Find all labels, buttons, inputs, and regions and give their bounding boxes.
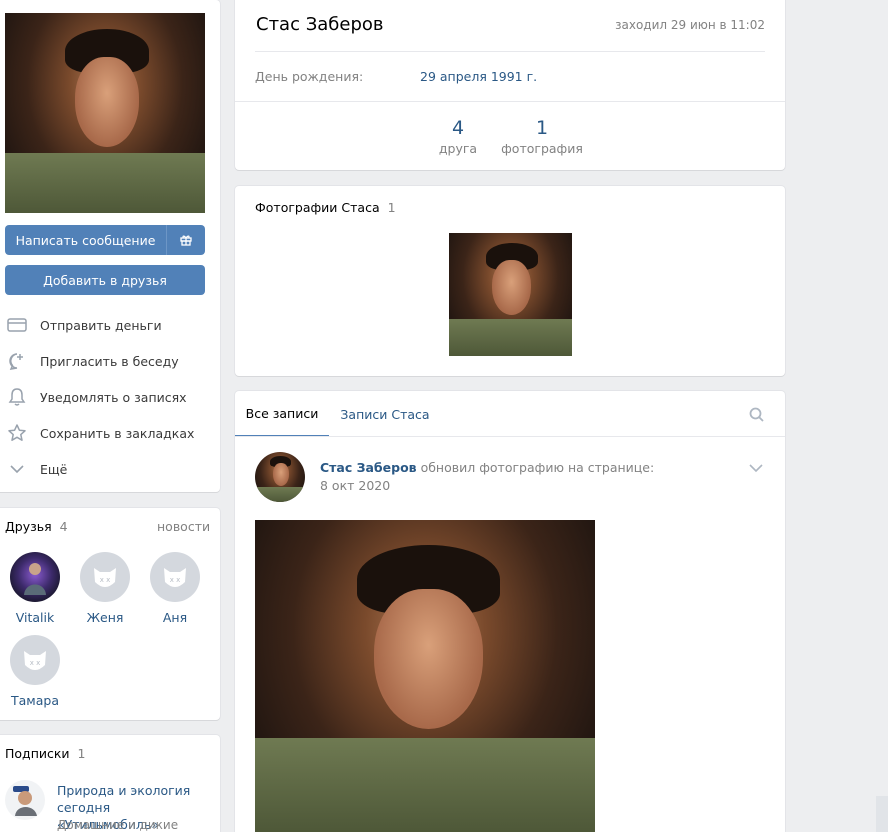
profile-name: Стас Заберов — [256, 14, 384, 35]
photos-header[interactable]: Фотографии Стаса 1 — [255, 200, 396, 215]
tab-all-posts[interactable]: Все записи — [235, 391, 329, 437]
scroll-to-top-strip[interactable] — [876, 796, 888, 832]
photos-count: 1 — [387, 200, 396, 215]
bell-icon — [5, 387, 29, 407]
friend-avatar: x x — [150, 552, 200, 602]
friend-avatar: x x — [10, 635, 60, 685]
star-icon — [5, 423, 29, 443]
post-photo[interactable] — [255, 520, 595, 832]
dog-placeholder-icon: x x — [24, 651, 46, 670]
info-divider — [255, 51, 765, 52]
friend-name: Vitalik — [15, 610, 55, 625]
add-friend-button[interactable]: Добавить в друзья — [5, 265, 205, 295]
chevron-down-icon — [5, 459, 29, 479]
post-author[interactable]: Стас Заберов — [320, 460, 417, 475]
tab-owner-posts[interactable]: Записи Стаса — [335, 391, 435, 437]
counter-label: друга — [438, 141, 478, 156]
gift-icon — [180, 235, 192, 246]
friend-name: Тамара — [11, 693, 59, 708]
counters-divider — [235, 101, 785, 102]
photos-title: Фотографии Стаса — [255, 200, 380, 215]
friends-title: Друзья — [5, 519, 52, 534]
search-icon — [749, 407, 764, 422]
friend-item[interactable]: x x Аня — [145, 552, 205, 625]
friend-item[interactable]: x x Женя — [75, 552, 135, 625]
menu-label: Уведомлять о записях — [40, 389, 187, 405]
menu-notify-posts[interactable]: Уведомлять о записях — [5, 379, 215, 415]
birthday-value[interactable]: 29 апреля 1991 г. — [420, 69, 537, 84]
counter-value: 4 — [451, 117, 465, 139]
subscriptions-title: Подписки — [5, 746, 70, 761]
menu-label: Пригласить в беседу — [40, 353, 179, 369]
photo-thumbnail[interactable] — [449, 233, 572, 356]
menu-more[interactable]: Ещё — [5, 451, 215, 487]
menu-label: Отправить деньги — [40, 317, 162, 333]
tab-label: Все записи — [245, 405, 319, 421]
friend-avatar — [10, 552, 60, 602]
chevron-down-icon — [749, 464, 763, 473]
menu-invite-chat[interactable]: Пригласить в беседу — [5, 343, 215, 379]
counter-photos[interactable]: 1 фотография — [500, 117, 584, 156]
tab-label: Записи Стаса — [340, 406, 430, 422]
write-message-label: Написать сообщение — [15, 232, 156, 248]
menu-label: Ещё — [40, 461, 68, 477]
character-icon — [13, 786, 37, 816]
post-header: Стас Заберов обновил фотографию на стран… — [320, 460, 654, 475]
subscriptions-header[interactable]: Подписки 1 — [5, 746, 85, 761]
counter-friends[interactable]: 4 друга — [428, 117, 488, 156]
post-date[interactable]: 8 окт 2020 — [320, 478, 390, 493]
tabs-divider — [235, 436, 785, 437]
friend-avatar: x x — [80, 552, 130, 602]
chat-plus-icon — [5, 351, 29, 371]
gift-button[interactable] — [167, 225, 205, 255]
friends-header[interactable]: Друзья 4 — [5, 519, 68, 534]
friend-name: Женя — [86, 610, 124, 625]
post-author-avatar[interactable] — [255, 452, 305, 502]
add-friend-label: Добавить в друзья — [43, 272, 167, 288]
dog-placeholder-icon: x x — [164, 568, 186, 587]
post-menu-button[interactable] — [748, 462, 764, 474]
post-action: обновил фотографию на странице: — [420, 460, 655, 475]
profile-avatar[interactable] — [5, 13, 205, 213]
counter-value: 1 — [535, 117, 549, 139]
counter-label: фотография — [501, 141, 583, 156]
menu-bookmark[interactable]: Сохранить в закладках — [5, 415, 215, 451]
svg-text:x x: x x — [30, 659, 41, 667]
last-seen: заходил 29 июн в 11:02 — [615, 18, 765, 32]
menu-send-money[interactable]: Отправить деньги — [5, 307, 215, 343]
friend-item[interactable]: Vitalik — [5, 552, 65, 625]
friend-item[interactable]: x x Тамара — [5, 635, 65, 708]
message-button-group: Написать сообщение — [5, 225, 205, 255]
svg-text:x x: x x — [100, 576, 111, 584]
person-icon — [24, 563, 46, 595]
friend-name: Аня — [162, 610, 188, 625]
friends-count: 4 — [59, 519, 68, 534]
subscriptions-count: 1 — [77, 746, 86, 761]
subscription-subtitle: Домашние и дикие — [57, 818, 179, 832]
svg-text:x x: x x — [170, 576, 181, 584]
birthday-label: День рождения: — [255, 69, 364, 84]
card-icon — [5, 315, 29, 335]
friends-news-link[interactable]: новости — [157, 519, 210, 534]
subscription-avatar[interactable] — [5, 780, 45, 820]
menu-label: Сохранить в закладках — [40, 425, 195, 441]
write-message-button[interactable]: Написать сообщение — [5, 225, 167, 255]
dog-placeholder-icon: x x — [94, 568, 116, 587]
wall-search-button[interactable] — [748, 406, 766, 424]
